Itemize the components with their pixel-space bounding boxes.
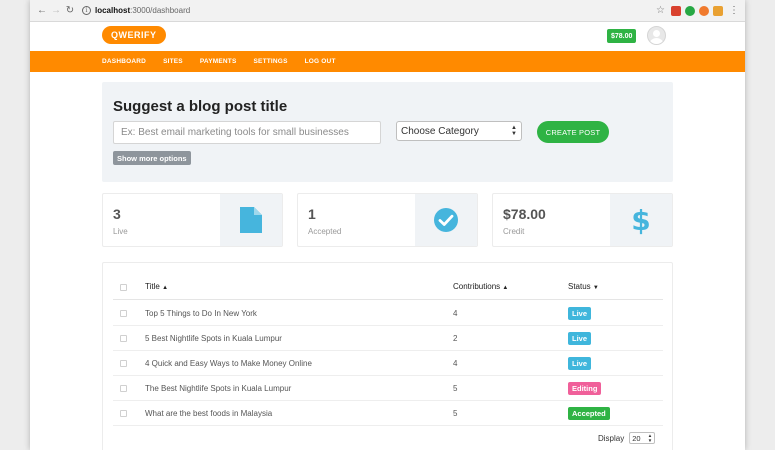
sort-icon: ▲ [502,285,509,291]
status-badge: Live [568,307,592,320]
table-row[interactable]: Top 5 Things to Do In New York 4 Live [113,301,663,326]
browser-menu-icon[interactable]: ⋮ [729,5,739,16]
document-icon [240,207,262,233]
url-path: :3000/dashboard [130,6,191,15]
stat-value: 3 [113,206,121,222]
table-row[interactable]: The Best Nightlife Spots in Kuala Lumpur… [113,376,663,401]
category-select[interactable]: Choose Category ▲ ▼ [396,121,522,141]
extension-orange-icon[interactable] [699,5,709,16]
posts-table: Title ▲︎ Contributions ▲ Status ▼ Top 5 … [102,262,673,450]
category-select-value: Choose Category [401,125,479,137]
suggest-title: Suggest a blog post title [113,98,288,115]
title-input[interactable] [113,121,381,144]
row-checkbox[interactable] [120,335,127,342]
row-contributions: 2 [453,334,458,343]
stat-card-credit: $78.00 Credit $ [492,193,673,247]
table-header: Title ▲︎ Contributions ▲ Status ▼ [113,275,663,300]
address-bar[interactable]: i localhost:3000/dashboard [82,3,650,19]
extension-green-icon[interactable] [685,5,695,16]
forward-arrow-icon[interactable]: → [50,5,62,17]
nav-sites[interactable]: SITES [163,58,183,65]
backdrop-right [745,0,775,450]
row-contributions: 5 [453,409,458,418]
stats-row: 3 Live 1 Accepted $78.00 Credit $ [102,193,673,247]
nav-dashboard[interactable]: DASHBOARD [102,58,146,65]
nav-log-out[interactable]: LOG OUT [305,58,336,65]
reload-icon[interactable]: ↻ [64,5,76,17]
status-badge: Live [568,357,592,370]
nav-payments[interactable]: PAYMENTS [200,58,237,65]
sort-down-icon: ▼ [592,285,599,291]
dashboard-content: Suggest a blog post title Choose Categor… [102,82,673,450]
bookmark-star-icon[interactable]: ☆ [656,5,665,16]
row-checkbox[interactable] [120,310,127,317]
row-title[interactable]: What are the best foods in Malaysia [145,409,272,418]
avatar[interactable] [647,26,666,45]
stat-label: Live [113,227,128,236]
row-checkbox[interactable] [120,360,127,367]
dollar-icon: $ [631,203,651,237]
stat-icon-box [415,194,477,246]
stat-icon-box: $ [610,194,672,246]
nav-settings[interactable]: SETTINGS [254,58,288,65]
check-circle-icon [434,208,458,232]
header-status[interactable]: Status ▼ [568,282,599,291]
row-checkbox[interactable] [120,385,127,392]
select-arrows-icon: ▲ ▼ [647,433,653,443]
row-contributions: 5 [453,384,458,393]
row-contributions: 4 [453,359,458,368]
suggest-panel: Suggest a blog post title Choose Categor… [102,82,673,182]
row-title[interactable]: 4 Quick and Easy Ways to Make Money Onli… [145,359,312,368]
status-badge: Editing [568,382,602,395]
main-nav: DASHBOARD SITES PAYMENTS SETTINGS LOG OU… [30,51,745,72]
row-title[interactable]: Top 5 Things to Do In New York [145,309,257,318]
stat-value: $78.00 [503,206,546,222]
stat-label: Accepted [308,227,342,236]
header-title[interactable]: Title ▲︎ [145,282,168,291]
balance-badge: $78.00 [607,29,637,43]
stat-card-live: 3 Live [102,193,283,247]
stat-value: 1 [308,206,316,222]
browser-window: ← → ↻ i localhost:3000/dashboard ☆ ⋮ QWE… [30,0,745,450]
row-checkbox[interactable] [120,410,127,417]
url-host: localhost [95,6,131,15]
select-arrows-icon: ▲ ▼ [511,125,517,137]
table-row[interactable]: What are the best foods in Malaysia 5 Ac… [113,401,663,426]
row-title[interactable]: The Best Nightlife Spots in Kuala Lumpur [145,384,291,393]
show-more-options-button[interactable]: Show more options [113,151,191,165]
row-title[interactable]: 5 Best Nightlife Spots in Kuala Lumpur [145,334,282,343]
logo[interactable]: QWERIFY [102,26,166,44]
row-contributions: 4 [453,309,458,318]
stat-icon-box [220,194,282,246]
select-all-checkbox[interactable] [120,284,127,291]
back-arrow-icon[interactable]: ← [36,5,48,17]
display-select[interactable]: 20 ▲ ▼ [629,432,656,444]
app-header: QWERIFY $78.00 [30,22,745,51]
header-contributions[interactable]: Contributions ▲ [453,282,508,291]
status-badge: Live [568,332,592,345]
browser-toolbar: ← → ↻ i localhost:3000/dashboard ☆ ⋮ [30,0,745,22]
display-select-value: 20 [632,433,641,443]
display-label: Display [598,433,625,443]
extension-red-icon[interactable] [671,5,681,16]
table-row[interactable]: 5 Best Nightlife Spots in Kuala Lumpur 2… [113,326,663,351]
table-row[interactable]: 4 Quick and Easy Ways to Make Money Onli… [113,351,663,376]
info-icon[interactable]: i [82,6,91,15]
stat-label: Credit [503,227,525,236]
backdrop-left [0,0,30,450]
sort-icon: ▲︎ [162,285,169,291]
status-badge: Accepted [568,407,610,420]
display-control: Display 20 ▲ ▼ [598,432,656,444]
stat-card-accepted: 1 Accepted [297,193,478,247]
extension-amber-icon[interactable] [713,5,723,16]
create-post-button[interactable]: CREATE POST [537,121,609,143]
